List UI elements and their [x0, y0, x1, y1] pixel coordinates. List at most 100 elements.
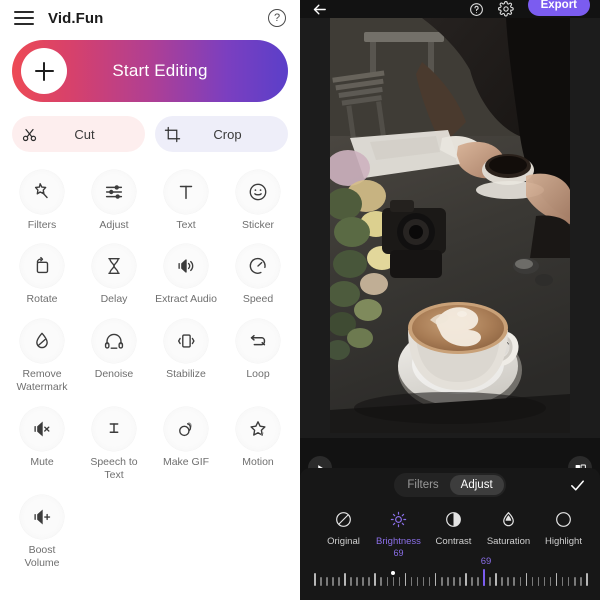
tool-delay[interactable]: Delay: [78, 236, 150, 306]
slider-tick: [338, 577, 340, 586]
start-editing-button[interactable]: Start Editing: [12, 40, 288, 102]
tool-remove-watermark[interactable]: Remove Watermark: [6, 311, 78, 395]
slider-tick: [586, 573, 588, 586]
video-preview[interactable]: [330, 18, 570, 433]
editor-tabs-row: Filters Adjust: [300, 468, 600, 502]
tool-speech-to-text[interactable]: Speech to Text: [78, 399, 150, 483]
speaker-mute-icon: [20, 406, 64, 451]
hamburger-menu-icon[interactable]: [14, 11, 34, 25]
slider-tick: [410, 577, 413, 586]
crop-button[interactable]: Crop: [155, 116, 288, 152]
tool-boost-volume[interactable]: Boost Volume: [6, 487, 78, 571]
tool-sticker[interactable]: Sticker: [222, 162, 294, 232]
slider-tick: [434, 573, 437, 586]
checkmark-icon: [570, 479, 584, 491]
tool-filters[interactable]: Filters: [6, 162, 78, 232]
adjust-editor-sheet: Filters Adjust Original Brightness 69 Co…: [300, 468, 600, 600]
confirm-button[interactable]: [568, 476, 586, 494]
gear-icon[interactable]: [498, 1, 515, 18]
loop-arrow-icon: [236, 318, 280, 363]
slider-tick: [573, 577, 576, 586]
slider-tick: [525, 573, 528, 586]
tab-filters[interactable]: Filters: [396, 475, 449, 495]
tool-label: Speech to Text: [90, 455, 138, 482]
tool-denoise[interactable]: Denoise: [78, 311, 150, 395]
adjust-label: Brightness: [376, 536, 421, 547]
slider-tick: [314, 573, 316, 586]
tool-extract-audio[interactable]: Extract Audio: [150, 236, 222, 306]
editor-tabs: Filters Adjust: [394, 473, 506, 497]
tool-stabilize[interactable]: Stabilize: [150, 311, 222, 395]
tool-label: Delay: [100, 293, 128, 306]
tool-label: Mute: [30, 455, 54, 468]
tab-adjust[interactable]: Adjust: [449, 475, 504, 495]
tools-grid: Filters Adjust Text Sticker Rotate Delay…: [0, 152, 300, 571]
tool-label: Remove Watermark: [16, 367, 68, 394]
slider-tick: [428, 577, 431, 586]
tool-label: Loop: [246, 367, 270, 380]
slider-tick: [519, 577, 522, 586]
tool-speed[interactable]: Speed: [222, 236, 294, 306]
tool-mute[interactable]: Mute: [6, 399, 78, 483]
slider-tick: [422, 577, 425, 586]
crop-label: Crop: [213, 126, 242, 142]
adjust-label: Saturation: [486, 536, 531, 547]
tool-text[interactable]: Text: [150, 162, 222, 232]
adjust-shadow[interactable]: Sha: [591, 506, 600, 560]
tool-label: Sticker: [241, 219, 275, 231]
back-arrow-icon[interactable]: [308, 0, 330, 18]
editor-topbar: Export: [300, 0, 600, 18]
quick-actions-row: Cut Crop: [12, 116, 288, 152]
slider-tick: [567, 577, 570, 586]
adjust-original[interactable]: Original: [316, 506, 371, 560]
export-button[interactable]: Export: [527, 0, 590, 16]
droplet-icon: [499, 506, 518, 532]
water-drop-slash-icon: [20, 318, 64, 363]
adjust-contrast[interactable]: Contrast: [426, 506, 481, 560]
slider-tick: [561, 577, 564, 586]
tool-label: Denoise: [94, 367, 134, 380]
adjust-highlight[interactable]: Highlight: [536, 506, 591, 560]
help-icon[interactable]: [468, 1, 485, 18]
star-motion-icon: [236, 406, 280, 451]
slider-tick: [416, 577, 419, 586]
sliders-icon: [92, 170, 136, 214]
app-brand-title: Vid.Fun: [48, 9, 104, 27]
slider-value-label: 69: [480, 556, 492, 567]
scissors-icon: [12, 126, 46, 143]
slider-tick: [555, 573, 558, 586]
tool-label: Adjust: [99, 219, 129, 231]
speedometer-icon: [236, 244, 280, 289]
adjust-saturation[interactable]: Saturation: [481, 506, 536, 560]
value-slider[interactable]: 69: [300, 554, 600, 600]
tool-loop[interactable]: Loop: [222, 311, 294, 395]
cut-button[interactable]: Cut: [12, 116, 145, 152]
app-header: Vid.Fun ?: [0, 0, 300, 36]
tool-adjust[interactable]: Adjust: [78, 162, 150, 232]
speaker-plus-icon: [20, 494, 64, 539]
headphones-icon: [92, 318, 136, 363]
rotate-square-icon: [20, 244, 64, 289]
tool-label: Stabilize: [166, 367, 206, 380]
half-circle-icon: [444, 506, 463, 532]
overlap-circles-icon: [164, 406, 208, 451]
slider-tick: [350, 577, 352, 586]
slider-tick: [477, 577, 479, 586]
slider-tick: [465, 573, 467, 586]
tool-make-gif[interactable]: Make GIF: [150, 399, 222, 483]
slider-tick: [489, 577, 491, 586]
help-icon[interactable]: ?: [268, 9, 286, 27]
slider-cursor[interactable]: [482, 569, 486, 586]
slider-tick: [543, 577, 546, 586]
tool-rotate[interactable]: Rotate: [6, 236, 78, 306]
crop-icon: [155, 126, 189, 143]
slider-tick: [368, 577, 370, 586]
slider-tick: [380, 577, 383, 586]
cut-label: Cut: [74, 126, 95, 142]
tool-motion[interactable]: Motion: [222, 399, 294, 483]
slider-tick: [344, 573, 346, 586]
tool-label: Boost Volume: [24, 543, 60, 570]
adjust-brightness[interactable]: Brightness 69: [371, 506, 426, 560]
tool-label: Filters: [27, 219, 57, 231]
slider-tick: [320, 577, 322, 586]
